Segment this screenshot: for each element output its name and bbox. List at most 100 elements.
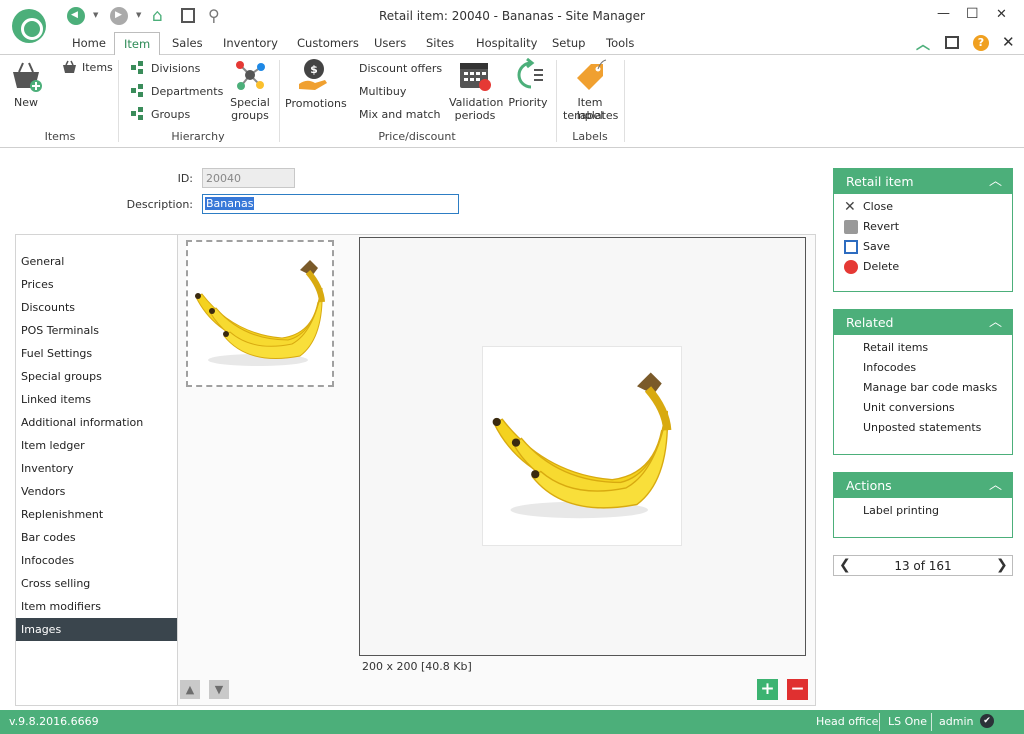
ribbon-collapse-icon[interactable]: ︿ [916, 34, 930, 54]
priority-button[interactable]: Priority [506, 58, 550, 112]
related-panel-title: Related [846, 315, 894, 330]
nav-item-bar-codes[interactable]: Bar codes [16, 526, 177, 549]
tab-inventory[interactable]: Inventory [219, 32, 282, 55]
nav-item-general[interactable]: General [16, 250, 177, 273]
nav-item-fuel-settings[interactable]: Fuel Settings [16, 342, 177, 365]
nav-item-vendors[interactable]: Vendors [16, 480, 177, 503]
promotions-label: Promotions [285, 97, 347, 110]
item-sections-list: General Prices Discounts POS Terminals F… [15, 234, 177, 706]
related-link-unposted-statements[interactable]: Unposted statements [863, 421, 981, 434]
nav-item-linked-items[interactable]: Linked items [16, 388, 177, 411]
item-label-templates-button[interactable]: Item label templates [563, 58, 618, 124]
divisions-button[interactable]: Divisions [131, 61, 221, 77]
revert-action[interactable]: Revert [863, 220, 899, 233]
labels-group-label: Labels [572, 130, 608, 143]
next-record-button[interactable]: ❯ [996, 557, 1008, 573]
items-group-label: Items [44, 130, 76, 143]
validation-periods-button[interactable]: Validation periods [449, 58, 503, 124]
departments-button[interactable]: Departments [131, 84, 224, 100]
status-check-icon: ✔ [980, 714, 994, 728]
delete-action[interactable]: Delete [863, 260, 899, 273]
remove-image-button[interactable]: − [787, 679, 808, 700]
image-preview-canvas [482, 346, 682, 546]
tab-hospitality[interactable]: Hospitality [472, 32, 541, 55]
nav-item-inventory[interactable]: Inventory [16, 457, 177, 480]
mix-and-match-button[interactable]: Mix and match [359, 108, 441, 121]
tab-users[interactable]: Users [370, 32, 410, 55]
retail-item-panel-header[interactable]: Retail item ︿ [834, 169, 1012, 194]
new-button[interactable]: New [9, 60, 43, 109]
special-groups-label-1: Special [230, 96, 270, 109]
svg-text:$: $ [310, 63, 318, 76]
nav-item-prices[interactable]: Prices [16, 273, 177, 296]
retail-item-panel: Retail item ︿ ✕ Close Revert Save Delete [833, 168, 1013, 292]
nav-item-item-modifiers[interactable]: Item modifiers [16, 595, 177, 618]
version-text: v.9.8.2016.6669 [9, 715, 99, 728]
nav-item-cross-selling[interactable]: Cross selling [16, 572, 177, 595]
nav-item-item-ledger[interactable]: Item ledger [16, 434, 177, 457]
close-icon: ✕ [844, 199, 856, 215]
tab-tools[interactable]: Tools [602, 32, 638, 55]
user-text: admin [939, 715, 974, 728]
move-image-down-button[interactable]: ▼ [209, 680, 229, 699]
items-button[interactable]: Items [62, 60, 122, 76]
ribbon-separator [556, 60, 557, 142]
priority-icon [517, 58, 543, 89]
action-label-printing[interactable]: Label printing [863, 504, 939, 517]
location-text: Head office [816, 715, 879, 728]
tab-customers[interactable]: Customers [293, 32, 363, 55]
tab-sites[interactable]: Sites [422, 32, 458, 55]
nav-item-discounts[interactable]: Discounts [16, 296, 177, 319]
ribbon-separator [279, 60, 280, 142]
related-link-unit-conversions[interactable]: Unit conversions [863, 401, 955, 414]
multibuy-button[interactable]: Multibuy [359, 85, 406, 98]
description-field[interactable]: Bananas [202, 194, 459, 214]
move-image-up-button[interactable]: ▲ [180, 680, 200, 699]
nav-item-images[interactable]: Images [16, 618, 177, 641]
image-thumbnail[interactable] [186, 240, 334, 387]
tab-setup[interactable]: Setup [548, 32, 589, 55]
groups-button[interactable]: Groups [131, 107, 221, 123]
window-layout-icon[interactable] [945, 36, 959, 49]
chevron-up-icon[interactable]: ︿ [989, 310, 1002, 335]
hierarchy-group-label: Hierarchy [171, 130, 225, 143]
departments-label: Departments [151, 85, 224, 98]
tab-home[interactable]: Home [68, 32, 110, 55]
close-tab-icon[interactable]: ✕ [1002, 33, 1015, 51]
related-link-bar-code-masks[interactable]: Manage bar code masks [863, 381, 997, 394]
minimize-button[interactable]: — [937, 6, 950, 21]
nav-item-special-groups[interactable]: Special groups [16, 365, 177, 388]
close-window-button[interactable]: ✕ [996, 7, 1007, 22]
related-link-infocodes[interactable]: Infocodes [863, 361, 916, 374]
price-discount-group-label: Price/discount [378, 130, 456, 143]
maximize-button[interactable]: ☐ [966, 6, 979, 22]
save-action[interactable]: Save [863, 240, 890, 253]
discount-offers-button[interactable]: Discount offers [359, 62, 442, 75]
chevron-up-icon[interactable]: ︿ [989, 169, 1002, 194]
nav-item-replenishment[interactable]: Replenishment [16, 503, 177, 526]
actions-panel-title: Actions [846, 478, 892, 493]
nav-item-pos-terminals[interactable]: POS Terminals [16, 319, 177, 342]
tab-sales[interactable]: Sales [168, 32, 207, 55]
status-separator [879, 713, 880, 731]
chevron-up-icon[interactable]: ︿ [989, 473, 1002, 498]
special-groups-button[interactable]: Special groups [228, 58, 272, 124]
add-image-button[interactable]: + [757, 679, 778, 700]
related-link-retail-items[interactable]: Retail items [863, 341, 928, 354]
promotions-button[interactable]: $ Promotions [285, 58, 347, 112]
hierarchy-icon [131, 107, 147, 121]
banana-thumbnail-image [195, 260, 325, 366]
close-action[interactable]: Close [863, 200, 893, 213]
status-bar: v.9.8.2016.6669 Head office LS One admin… [0, 710, 1024, 734]
id-label: ID: [177, 172, 193, 185]
related-panel-header[interactable]: Related ︿ [834, 310, 1012, 335]
basket-add-icon [13, 62, 42, 92]
nav-item-additional-information[interactable]: Additional information [16, 411, 177, 434]
help-icon[interactable]: ? [973, 35, 989, 51]
actions-panel-header[interactable]: Actions ︿ [834, 473, 1012, 498]
nav-item-infocodes[interactable]: Infocodes [16, 549, 177, 572]
ribbon-separator [624, 60, 625, 142]
id-field: 20040 [202, 168, 295, 188]
tab-item[interactable]: Item [114, 32, 161, 55]
special-groups-label-2: groups [231, 109, 269, 122]
